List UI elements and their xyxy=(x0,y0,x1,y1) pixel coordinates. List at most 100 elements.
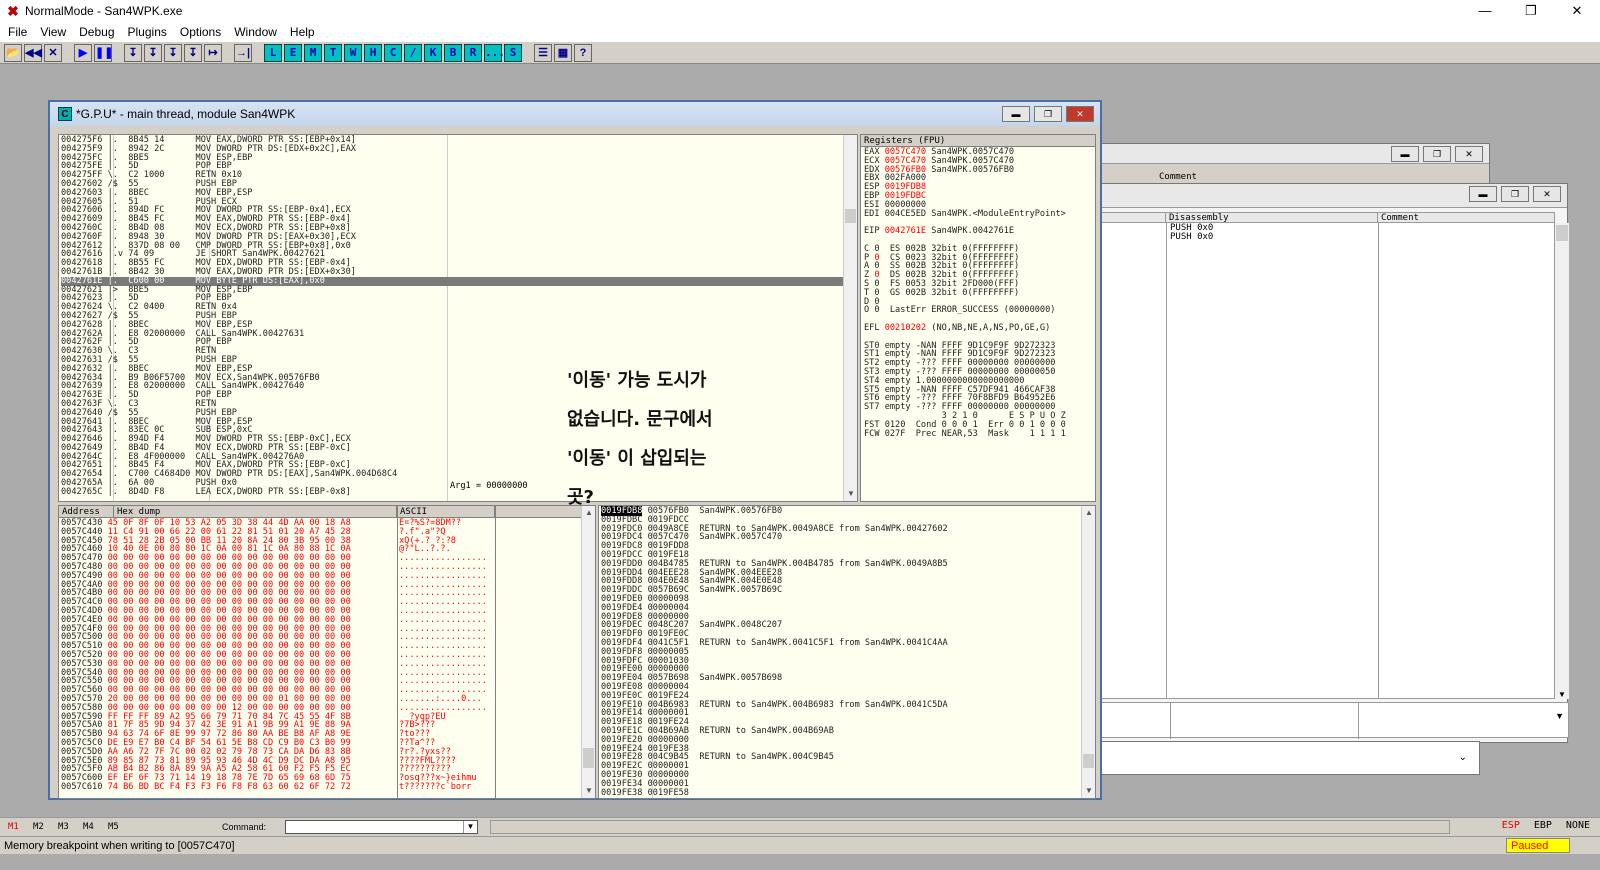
register-row[interactable]: T 0 GS 002B 32bit 0(FFFFFFFF) xyxy=(864,289,1093,298)
window-button-ellipsis[interactable]: ... xyxy=(484,44,502,62)
back-window-upper-titlebar[interactable]: ▬ ❐ ✕ xyxy=(1101,144,1489,164)
minimize-icon[interactable]: ▬ xyxy=(1391,146,1419,162)
window-button-patches[interactable]: / xyxy=(404,44,422,62)
back-info-pane[interactable]: ▼ xyxy=(1101,702,1569,738)
cpu-window-titlebar[interactable]: C *G.P.U* - main thread, module San4WPK … xyxy=(50,102,1100,126)
ebp-mode[interactable]: EBP xyxy=(1534,820,1552,831)
close-button[interactable]: ✕ xyxy=(1554,0,1600,22)
annotation-line: '이동' 이 삽입되는 xyxy=(567,439,767,478)
step-into-icon[interactable]: ↧ xyxy=(124,44,142,62)
scroll-down-icon[interactable]: ▼ xyxy=(844,487,858,501)
stack-scrollbar[interactable]: ▲ ▼ xyxy=(1081,506,1095,798)
app-titlebar: ✖ NormalMode - San4WPK.exe — ❐ ✕ xyxy=(0,0,1600,22)
window-button-s[interactable]: S xyxy=(504,44,522,62)
back-window-log-pane[interactable]: ⌄ xyxy=(1100,741,1480,775)
scroll-up-icon[interactable]: ▲ xyxy=(1082,506,1096,520)
chevron-down-icon[interactable]: ⌄ xyxy=(1459,752,1467,763)
pause-icon[interactable]: ❚❚ xyxy=(94,44,112,62)
close-icon[interactable]: ✕ xyxy=(1066,106,1094,122)
window-button-b[interactable]: B xyxy=(444,44,462,62)
window-button-w[interactable]: W xyxy=(344,44,362,62)
dump-row[interactable]: 0057C610 74 B6 BD BC F4 F3 F3 F6 F8 F8 6… xyxy=(61,783,397,792)
window-button-r[interactable]: R xyxy=(464,44,482,62)
menu-item-plugins[interactable]: Plugins xyxy=(122,25,174,39)
disasm-scrollbar[interactable]: ▼ xyxy=(843,135,857,501)
marker-m4[interactable]: M4 xyxy=(75,822,100,832)
register-row[interactable]: EIP 0042761E San4WPK.0042761E xyxy=(864,227,1093,236)
register-value[interactable]: 00210202 xyxy=(885,323,926,333)
command-input[interactable]: ▼ xyxy=(285,820,478,834)
dump-scrollbar[interactable]: ▲ ▼ xyxy=(581,506,595,798)
window-button-c[interactable]: C xyxy=(384,44,402,62)
minimize-icon[interactable]: ▬ xyxy=(1469,186,1497,202)
window-button-l[interactable]: L xyxy=(264,44,282,62)
register-row[interactable]: FCW 027F Prec NEAR,53 Mask 1 1 1 1 xyxy=(864,430,1093,439)
register-row[interactable]: EFL 00210202 (NO,NB,NE,A,NS,PO,GE,G) xyxy=(864,324,1093,333)
chevron-down-icon[interactable]: ▼ xyxy=(1555,711,1564,721)
restore-icon[interactable]: ❐ xyxy=(1501,186,1529,202)
restore-icon[interactable]: ❐ xyxy=(1034,106,1062,122)
menu-item-window[interactable]: Window xyxy=(228,25,284,39)
scrollbar[interactable]: ▼ xyxy=(1555,223,1569,699)
close-icon[interactable]: ✕ xyxy=(1455,146,1483,162)
register-row[interactable]: EDI 004CE5ED San4WPK.<ModuleEntryPoint> xyxy=(864,210,1093,219)
register-label: EDI xyxy=(864,209,885,219)
menu-item-view[interactable]: View xyxy=(34,25,73,39)
window-button-m[interactable]: M xyxy=(304,44,322,62)
step-over-icon[interactable]: ↧ xyxy=(144,44,162,62)
menu-item-help[interactable]: Help xyxy=(284,25,322,39)
list-icon[interactable]: ☰ xyxy=(534,44,552,62)
dump-hex[interactable]: 74 B6 BD BC F4 F3 F3 F6 F8 F8 63 60 62 6… xyxy=(108,782,351,792)
scroll-down-icon[interactable]: ▼ xyxy=(1082,784,1096,798)
trace-into-icon[interactable]: ↧ xyxy=(164,44,182,62)
register-label: O 0 LastErr ERROR_SUCCESS (00000000) xyxy=(864,305,1055,315)
window-button-e[interactable]: E xyxy=(284,44,302,62)
back-window-lower-titlebar[interactable]: ▬ ❐ ✕ xyxy=(1101,184,1567,208)
disasm-row[interactable]: PUSH 0x0 xyxy=(1170,233,1213,242)
menu-item-file[interactable]: File xyxy=(2,25,34,39)
register-comment: San4WPK.0042761E xyxy=(926,226,1014,236)
column-header-address: Address xyxy=(59,506,114,517)
go-to-icon[interactable]: →| xyxy=(234,44,252,62)
window-button-k[interactable]: K xyxy=(424,44,442,62)
execute-till-return-icon[interactable]: ↦ xyxy=(204,44,222,62)
menu-item-options[interactable]: Options xyxy=(174,25,228,39)
register-label: EFL xyxy=(864,323,885,333)
marker-m2[interactable]: M2 xyxy=(25,822,50,832)
chevron-down-icon[interactable]: ▼ xyxy=(463,821,477,833)
esp-mode[interactable]: ESP xyxy=(1502,820,1520,831)
none-mode[interactable]: NONE xyxy=(1566,820,1590,831)
run-icon[interactable]: ▶ xyxy=(74,44,92,62)
stack-value[interactable]: 0019FE58 xyxy=(648,788,689,798)
menu-item-debug[interactable]: Debug xyxy=(73,25,121,39)
close-icon[interactable]: ✕ xyxy=(1533,186,1561,202)
register-value[interactable]: 0042761E xyxy=(885,226,926,236)
register-value[interactable]: 004CE5ED xyxy=(885,209,926,219)
marker-m3[interactable]: M3 xyxy=(50,822,75,832)
scroll-down-icon[interactable]: ▼ xyxy=(1555,690,1569,699)
help-icon[interactable]: ? xyxy=(574,44,592,62)
scroll-down-icon[interactable]: ▼ xyxy=(582,784,596,798)
restore-button[interactable]: ❐ xyxy=(1508,0,1554,22)
dump-pane[interactable]: Address Hex dump ASCII 0057C430 45 0F 8F… xyxy=(58,505,596,799)
stack-comment: RETURN to San4WPK.004B6983 from San4WPK.… xyxy=(699,700,947,710)
ascii-row[interactable]: t???????c`borr xyxy=(399,783,495,792)
back-window-lower[interactable]: ▬ ❐ ✕ Disassembly Comment PUSH 0x0 PUSH … xyxy=(1100,183,1568,743)
restore-icon[interactable]: ❐ xyxy=(1423,146,1451,162)
stack-row[interactable]: 0019FE38 0019FE58 xyxy=(601,789,1081,798)
close-program-icon[interactable]: ✕ xyxy=(44,44,62,62)
restart-icon[interactable]: ◀◀ xyxy=(24,44,42,62)
trace-over-icon[interactable]: ↧ xyxy=(184,44,202,62)
grid-icon[interactable]: ▦ xyxy=(554,44,572,62)
stack-pane[interactable]: 0019FDB8 00576FB0 San4WPK.00576FB0 0019FD… xyxy=(598,505,1096,799)
back-disasm-pane[interactable]: Disassembly Comment PUSH 0x0 PUSH 0x0 ▼ xyxy=(1101,212,1555,699)
minimize-icon[interactable]: ▬ xyxy=(1002,106,1030,122)
marker-m5[interactable]: M5 xyxy=(100,822,125,832)
marker-m1[interactable]: M1 xyxy=(0,822,25,832)
minimize-button[interactable]: — xyxy=(1462,0,1508,22)
open-icon[interactable]: 📂 xyxy=(4,44,22,62)
window-button-t[interactable]: T xyxy=(324,44,342,62)
window-button-h[interactable]: H xyxy=(364,44,382,62)
register-row[interactable]: O 0 LastErr ERROR_SUCCESS (00000000) xyxy=(864,306,1093,315)
registers-pane[interactable]: Registers (FPU) EAX 0057C470 San4WPK.005… xyxy=(860,134,1096,502)
